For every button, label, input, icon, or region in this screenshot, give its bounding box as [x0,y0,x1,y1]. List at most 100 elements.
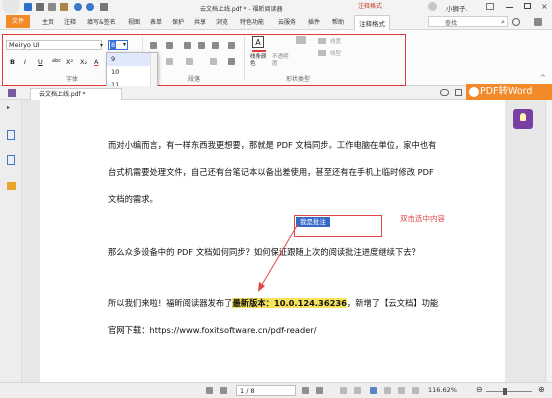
window-mode-icon[interactable] [455,89,462,96]
line-style-icon[interactable] [318,50,326,56]
zoom-slider-thumb[interactable] [503,388,507,395]
spacing-options-icon[interactable] [228,58,235,65]
status-bar: 1 / 8 116.62% ⊖ ⊕ [0,382,552,398]
font-size-field[interactable]: 8 ▾ [108,40,128,50]
subscript-icon[interactable]: X₂ [80,58,87,66]
justify-icon[interactable] [228,42,235,49]
tab-browse[interactable]: 浏览 [216,17,228,26]
continuous-page-icon[interactable] [354,387,361,394]
tab-comment[interactable]: 注释 [64,17,76,26]
align-center-icon[interactable] [198,42,205,49]
font-name-field[interactable]: Meiryo UI [6,40,102,50]
line-style-label[interactable]: 线型 [330,49,341,57]
zoom-slider[interactable] [486,388,532,395]
lamp-bulb [520,113,526,121]
search-options-icon[interactable] [534,18,542,26]
tab-plugins[interactable]: 插件 [308,17,320,26]
opacity-label[interactable]: 不透明度 [272,54,290,68]
close-icon[interactable]: × [541,2,548,11]
paragraph-2: 台式机需要处理文件，自己还有台笔记本以备出差使用，甚至还有在手机上临时修改 PD… [108,167,434,177]
indent-icon[interactable] [166,58,173,65]
cloud-sync-icon[interactable] [440,89,449,96]
last-page-icon[interactable] [316,387,323,394]
comments-list-icon[interactable] [7,182,16,190]
open-icon[interactable] [48,3,56,11]
page-number-field[interactable]: 1 / 8 [236,385,296,396]
size-dropdown-icon[interactable]: ▾ [123,41,126,49]
continuous-facing-icon[interactable] [384,387,391,394]
tab-view[interactable]: 视图 [128,17,140,26]
page-gutter-left [22,100,40,382]
redo-icon[interactable] [86,3,94,11]
tab-protect[interactable]: 保护 [172,17,184,26]
undo-icon[interactable] [74,3,82,11]
print-icon[interactable] [36,3,44,11]
minimize-icon[interactable] [506,7,513,8]
layout-icon[interactable] [486,3,494,10]
tab-comment-format[interactable]: 注释格式 [354,15,390,30]
page-gutter-right [505,100,545,382]
app-logo-icon[interactable] [2,0,20,14]
search-icon[interactable]: ⌕ [501,18,505,27]
tab-home[interactable]: 主页 [42,17,54,26]
user-avatar[interactable] [428,2,437,11]
maximize-icon[interactable] [524,3,531,9]
line-width-label[interactable]: 线宽 [330,37,341,45]
prev-page-icon[interactable] [220,387,227,394]
font-group-label: 字体 [66,76,79,83]
vertical-scrollbar[interactable] [545,100,552,382]
font-size-value: 8 [110,41,117,49]
superscript-icon[interactable]: X² [66,58,73,66]
paragraph-6: 官网下载：https://www.foxitsoftware.cn/pdf-re… [108,325,317,335]
pdf-to-word-label: PDF转Word [480,86,533,97]
font-color-icon[interactable]: A [94,58,98,66]
zoom-level[interactable]: 116.62% [428,386,457,394]
user-name[interactable]: 小狮子. [446,3,468,13]
line-spacing-icon[interactable] [186,58,193,65]
pdf-to-word-button[interactable]: PDF转Word [466,84,552,100]
bullet-list-icon[interactable] [150,42,157,49]
tab-file[interactable]: 文件 [6,15,31,28]
next-page-icon[interactable] [302,387,309,394]
customize-icon[interactable] [100,3,108,11]
font-dropdown-icon[interactable]: ▾ [100,42,103,49]
tab-cloud[interactable]: 云服务 [278,17,296,26]
bold-icon[interactable]: B [10,58,15,66]
tab-form[interactable]: 表单 [150,17,162,26]
fill-color-icon[interactable] [296,36,306,44]
line-width-icon[interactable] [318,38,326,44]
split-view-icon[interactable] [398,387,405,394]
tab-fill-sign[interactable]: 填写&签名 [87,17,116,26]
settings-icon[interactable] [512,18,520,26]
underline-icon[interactable]: U [38,58,43,66]
text-color-icon[interactable]: A [252,36,264,48]
tips-lamp-icon[interactable] [513,109,533,129]
strikethrough-icon[interactable]: abc [52,58,61,64]
zoom-in-icon[interactable]: ⊕ [538,385,545,394]
pages-icon[interactable] [7,130,15,140]
collapse-ribbon-icon[interactable]: ^ [540,74,546,82]
hand-tool-icon[interactable] [60,3,68,11]
document-tab[interactable]: 云文档上线.pdf * [30,88,122,100]
save-icon[interactable] [24,3,32,11]
read-mode-icon[interactable] [412,387,419,394]
window-title: 云文档上线.pdf * - 福昕阅读器 [200,6,283,13]
align-left-icon[interactable] [184,42,191,49]
line-color-label[interactable]: 线条颜色 [250,54,268,68]
single-page-icon[interactable] [340,387,347,394]
bookmarks-icon[interactable] [7,155,15,165]
zoom-out-icon[interactable]: ⊖ [476,385,483,394]
tab-features[interactable]: 特色功能 [240,17,264,26]
italic-icon[interactable]: I [24,58,26,66]
panel-expand-icon[interactable]: ▸ [7,104,10,111]
search-box[interactable]: 查找 ⌕ [428,16,508,27]
tab-help[interactable]: 帮助 [332,17,344,26]
panel-toggle-icon[interactable] [8,89,16,97]
highlighted-version[interactable]: 最新版本：10.0.124.36236 [232,298,347,308]
tab-share[interactable]: 共享 [194,17,206,26]
align-right-icon[interactable] [212,42,219,49]
numbered-list-icon[interactable] [166,42,173,49]
first-page-icon[interactable] [206,387,213,394]
spacing-icon[interactable] [210,58,217,65]
facing-page-icon[interactable] [370,387,377,394]
